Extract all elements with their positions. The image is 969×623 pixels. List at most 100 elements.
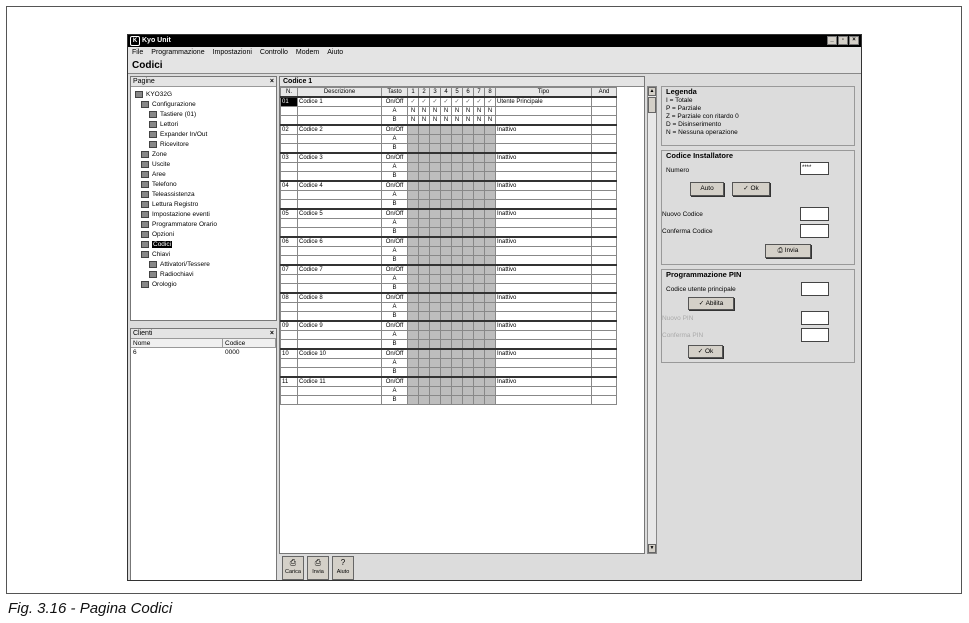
area-check-cell[interactable] (407, 236, 419, 247)
and-cell[interactable] (591, 292, 617, 303)
codice-utente-input[interactable] (801, 282, 829, 296)
area-mode-cell[interactable]: N (429, 115, 441, 126)
area-check-cell[interactable] (418, 208, 430, 219)
area-check-cell[interactable] (484, 320, 496, 331)
area-mode-cell[interactable] (484, 227, 496, 238)
tree-item-codici[interactable]: Codici (141, 240, 173, 249)
area-mode-cell[interactable] (473, 339, 485, 350)
area-mode-cell[interactable] (462, 227, 474, 238)
tree-item-radiochiavi[interactable]: Radiochiavi (149, 270, 194, 279)
and-cell[interactable] (591, 199, 617, 210)
code-number-cell[interactable]: 03 (280, 152, 298, 163)
area-mode-cell[interactable] (473, 395, 485, 405)
area-mode-cell[interactable] (451, 358, 463, 368)
area-mode-cell[interactable] (440, 134, 452, 144)
code-number-cell[interactable] (280, 162, 298, 172)
area-mode-cell[interactable] (484, 330, 496, 340)
area-mode-cell[interactable] (429, 358, 441, 368)
area-mode-cell[interactable] (407, 339, 419, 350)
area-mode-cell[interactable] (484, 134, 496, 144)
area-mode-cell[interactable] (440, 395, 452, 405)
area-check-cell[interactable] (484, 376, 496, 387)
area-mode-cell[interactable] (407, 190, 419, 200)
area-check-cell[interactable] (418, 236, 430, 247)
area-check-cell[interactable]: ✓ (407, 96, 419, 107)
area-mode-cell[interactable] (473, 386, 485, 396)
area-mode-cell[interactable] (462, 367, 474, 378)
area-mode-cell[interactable] (418, 246, 430, 256)
area-mode-cell[interactable]: N (429, 106, 441, 116)
area-mode-cell[interactable] (418, 330, 430, 340)
area-mode-cell[interactable] (407, 395, 419, 405)
code-type-cell[interactable] (495, 311, 592, 322)
area-mode-cell[interactable] (473, 171, 485, 182)
carica-button[interactable]: ⎙ Carica (282, 556, 304, 580)
area-mode-cell[interactable] (440, 367, 452, 378)
code-description-cell[interactable] (297, 190, 382, 200)
area-mode-cell[interactable] (429, 255, 441, 266)
area-mode-cell[interactable] (440, 386, 452, 396)
area-mode-cell[interactable] (429, 339, 441, 350)
installatore-ok-button[interactable]: ✓ Ok (732, 182, 770, 196)
area-check-cell[interactable] (407, 264, 419, 275)
code-type-cell[interactable]: Inattivo (495, 208, 592, 219)
code-type-cell[interactable] (495, 227, 592, 238)
area-check-cell[interactable] (429, 152, 441, 163)
area-check-cell[interactable] (484, 152, 496, 163)
area-mode-cell[interactable] (451, 311, 463, 322)
area-check-cell[interactable] (451, 180, 463, 191)
area-mode-cell[interactable] (418, 367, 430, 378)
area-mode-cell[interactable] (451, 386, 463, 396)
code-number-cell[interactable] (280, 218, 298, 228)
code-type-cell[interactable] (495, 199, 592, 210)
area-mode-cell[interactable] (462, 283, 474, 294)
code-number-cell[interactable] (280, 339, 298, 350)
area-mode-cell[interactable] (462, 274, 474, 284)
area-mode-cell[interactable] (418, 274, 430, 284)
area-mode-cell[interactable] (451, 246, 463, 256)
area-mode-cell[interactable] (484, 255, 496, 266)
area-mode-cell[interactable] (407, 162, 419, 172)
code-number-cell[interactable] (280, 134, 298, 144)
area-check-cell[interactable] (462, 208, 474, 219)
clienti-row[interactable]: 6 0000 (131, 348, 276, 357)
area-mode-cell[interactable] (429, 246, 441, 256)
area-check-cell[interactable] (440, 124, 452, 135)
area-mode-cell[interactable] (462, 171, 474, 182)
and-cell[interactable] (591, 162, 617, 172)
code-number-cell[interactable]: 04 (280, 180, 298, 191)
area-check-cell[interactable] (407, 320, 419, 331)
area-mode-cell[interactable]: N (484, 106, 496, 116)
conferma-pin-input[interactable] (801, 328, 829, 342)
code-number-cell[interactable] (280, 311, 298, 322)
area-check-cell[interactable] (418, 124, 430, 135)
area-check-cell[interactable] (418, 292, 430, 303)
area-mode-cell[interactable] (418, 143, 430, 154)
tree-item-orologio[interactable]: Orologio (141, 280, 177, 289)
area-check-cell[interactable] (451, 124, 463, 135)
area-check-cell[interactable]: ✓ (440, 96, 452, 107)
and-cell[interactable] (591, 106, 617, 116)
tree-item-telefono[interactable]: Telefono (141, 180, 177, 189)
area-mode-cell[interactable] (462, 339, 474, 350)
tree-item-lettura-registro[interactable]: Lettura Registro (141, 200, 198, 209)
area-check-cell[interactable] (484, 236, 496, 247)
area-check-cell[interactable] (473, 124, 485, 135)
pin-ok-button[interactable]: ✓ Ok (688, 345, 723, 358)
area-mode-cell[interactable] (451, 255, 463, 266)
area-mode-cell[interactable] (418, 227, 430, 238)
area-mode-cell[interactable] (418, 190, 430, 200)
area-mode-cell[interactable] (484, 395, 496, 405)
area-mode-cell[interactable] (429, 395, 441, 405)
auto-button[interactable]: Auto (690, 182, 724, 196)
code-number-cell[interactable] (280, 171, 298, 182)
area-mode-cell[interactable] (418, 255, 430, 266)
area-check-cell[interactable] (440, 236, 452, 247)
area-mode-cell[interactable] (440, 227, 452, 238)
code-number-cell[interactable] (280, 199, 298, 210)
code-description-cell[interactable] (297, 274, 382, 284)
area-check-cell[interactable] (440, 292, 452, 303)
area-mode-cell[interactable] (473, 255, 485, 266)
code-type-cell[interactable] (495, 395, 592, 405)
code-type-cell[interactable] (495, 162, 592, 172)
